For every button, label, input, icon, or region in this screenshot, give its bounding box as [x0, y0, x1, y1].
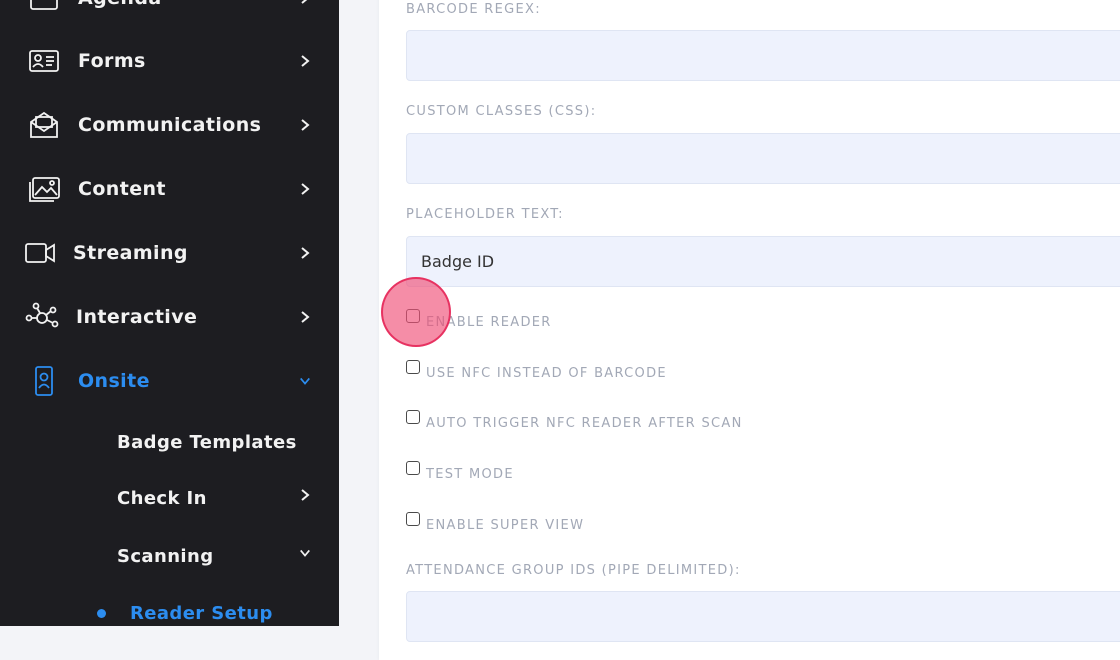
- sidebar-subitem-label: Badge Templates: [117, 431, 297, 453]
- test-mode-checkbox[interactable]: [406, 461, 420, 475]
- chevron-right-icon: [298, 488, 312, 502]
- sidebar-item-forms[interactable]: Forms: [0, 41, 339, 81]
- enable-reader-checkbox[interactable]: [406, 309, 420, 323]
- sidebar-item-agenda[interactable]: Agenda: [0, 0, 339, 18]
- enable-super-view-checkbox[interactable]: [406, 512, 420, 526]
- envelope-icon: [26, 109, 62, 141]
- chevron-right-icon: [298, 310, 312, 324]
- video-camera-icon: [22, 237, 58, 269]
- chevron-down-icon: [298, 546, 312, 560]
- sidebar-subitem-label: Check In: [117, 487, 207, 509]
- sidebar-item-label: Communications: [78, 114, 262, 136]
- enable-super-view-row: ENABLE SUPER VIEW: [406, 509, 584, 533]
- settings-card: [379, 0, 1120, 660]
- barcode-regex-label: BARCODE REGEX:: [406, 2, 541, 17]
- network-icon: [24, 301, 60, 333]
- auto-trigger-nfc-label: AUTO TRIGGER NFC READER AFTER SCAN: [426, 415, 743, 431]
- sidebar-subitem-label: Scanning: [117, 545, 214, 567]
- chevron-right-icon: [298, 182, 312, 196]
- sidebar-subitem-label: Reader Setup: [130, 602, 273, 624]
- auto-trigger-nfc-row: AUTO TRIGGER NFC READER AFTER SCAN: [406, 407, 743, 431]
- sidebar-item-interactive[interactable]: Interactive: [0, 297, 339, 337]
- placeholder-text-label: PLACEHOLDER TEXT:: [406, 207, 564, 222]
- sidebar-item-label: Interactive: [76, 306, 198, 328]
- chevron-right-icon: [298, 118, 312, 132]
- active-dot: [97, 608, 106, 618]
- attendance-group-label: ATTENDANCE GROUP IDS (PIPE DELIMITED):: [406, 563, 741, 578]
- test-mode-row: TEST MODE: [406, 458, 514, 482]
- placeholder-text-input[interactable]: [406, 236, 1120, 287]
- images-icon: [26, 173, 62, 205]
- sidebar-subitem-scanning[interactable]: Scanning: [0, 536, 339, 576]
- sidebar-subitem-reader-setup[interactable]: Reader Setup: [0, 593, 339, 626]
- enable-reader-label: ENABLE READER: [426, 314, 552, 330]
- sidebar-subitem-badge-templates[interactable]: Badge Templates: [0, 422, 339, 462]
- sidebar-item-label: Content: [78, 178, 166, 200]
- sidebar: Agenda Forms Co: [0, 0, 339, 626]
- chevron-right-icon: [298, 246, 312, 260]
- sidebar-item-communications[interactable]: Communications: [0, 105, 339, 145]
- attendance-group-input[interactable]: [406, 591, 1120, 642]
- sidebar-item-label: Streaming: [73, 242, 188, 264]
- chevron-down-icon: [298, 374, 312, 388]
- sidebar-item-streaming[interactable]: Streaming: [0, 233, 339, 273]
- enable-reader-row: ENABLE READER: [406, 306, 552, 330]
- sidebar-item-onsite[interactable]: Onsite: [0, 361, 339, 401]
- custom-classes-label: CUSTOM CLASSES (CSS):: [406, 104, 597, 119]
- custom-classes-input[interactable]: [406, 133, 1120, 184]
- chevron-right-icon: [298, 0, 312, 5]
- sidebar-subitem-check-in[interactable]: Check In: [0, 478, 339, 518]
- enable-super-view-label: ENABLE SUPER VIEW: [426, 517, 585, 533]
- sidebar-item-label: Onsite: [78, 370, 150, 392]
- calendar-icon: [26, 0, 62, 14]
- sidebar-item-label: Agenda: [78, 0, 162, 9]
- chevron-right-icon: [298, 54, 312, 68]
- use-nfc-row: USE NFC INSTEAD OF BARCODE: [406, 357, 667, 381]
- auto-trigger-nfc-checkbox[interactable]: [406, 410, 420, 424]
- use-nfc-checkbox[interactable]: [406, 360, 420, 374]
- sidebar-item-label: Forms: [78, 50, 146, 72]
- sidebar-item-content[interactable]: Content: [0, 169, 339, 209]
- id-card-icon: [26, 45, 62, 77]
- test-mode-label: TEST MODE: [426, 466, 514, 482]
- badge-icon: [26, 365, 62, 397]
- barcode-regex-input[interactable]: [406, 30, 1120, 81]
- use-nfc-label: USE NFC INSTEAD OF BARCODE: [426, 365, 667, 381]
